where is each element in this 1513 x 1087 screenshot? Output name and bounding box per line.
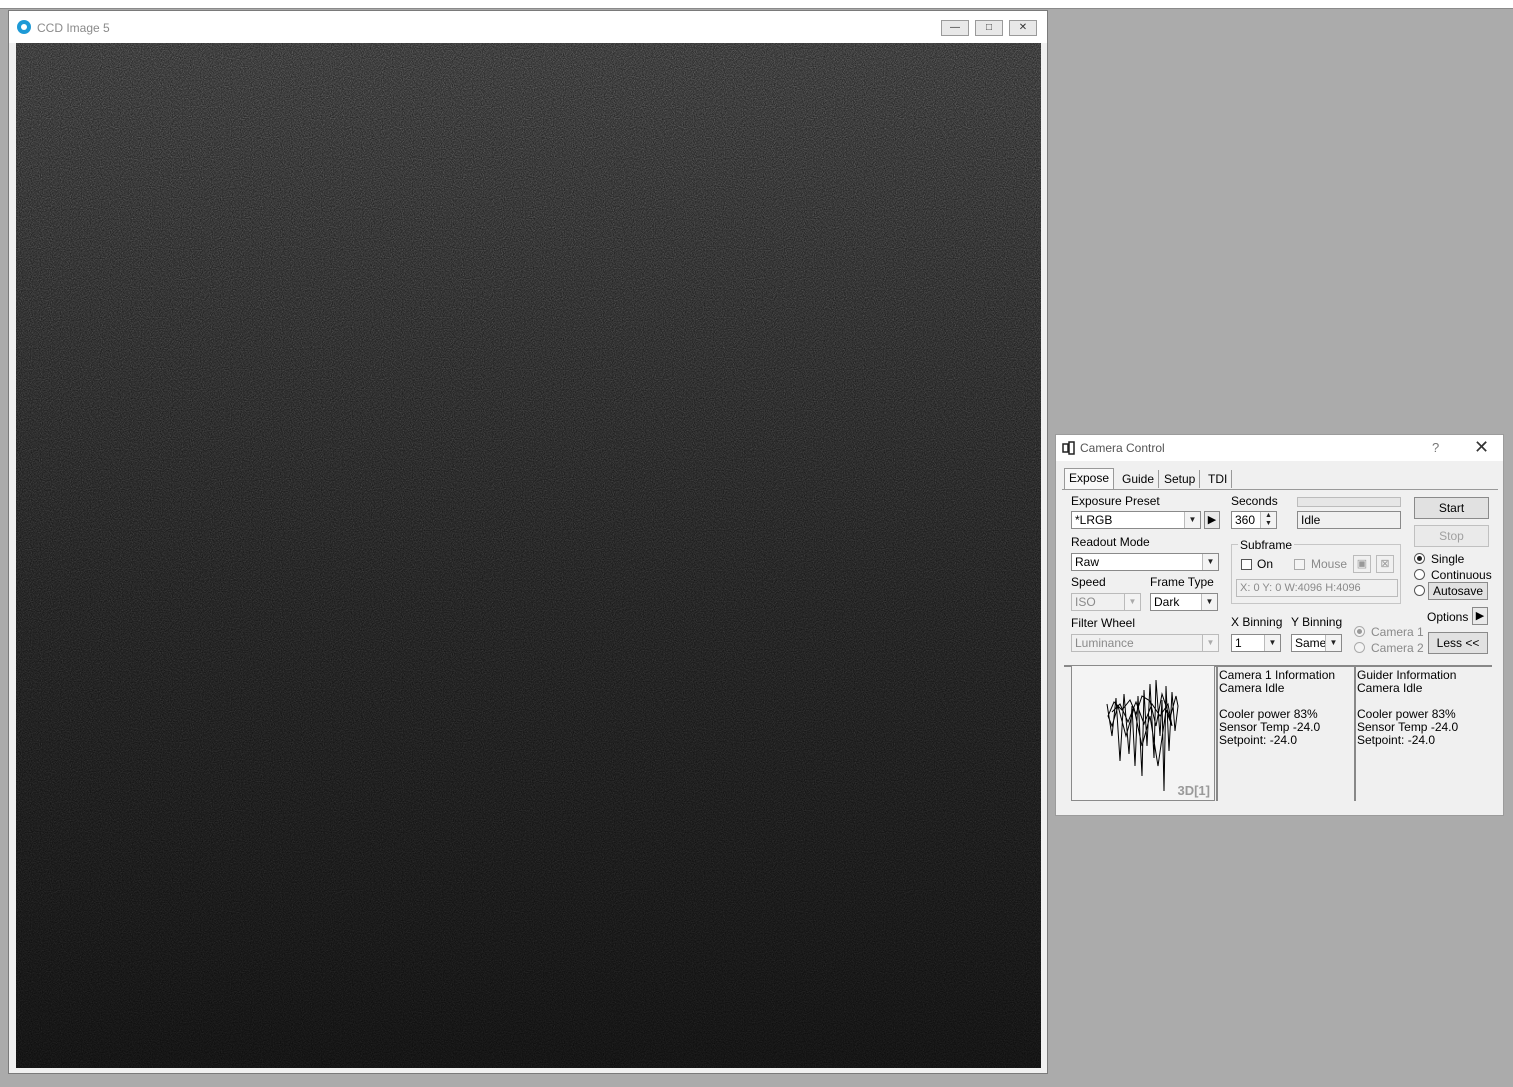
y-binning-select[interactable]: Same ▼	[1291, 634, 1342, 652]
guider-info-setpoint: Setpoint: -24.0	[1357, 733, 1436, 747]
preset-menu-button[interactable]: ▶	[1204, 511, 1220, 529]
camera-2-radio[interactable]	[1354, 642, 1365, 653]
readout-mode-label: Readout Mode	[1071, 535, 1150, 549]
tab-expose[interactable]: Expose	[1064, 468, 1115, 490]
camera-control-title: Camera Control	[1080, 441, 1165, 455]
speed-select[interactable]: ISO ▼	[1071, 593, 1141, 611]
options-button[interactable]: ▶	[1472, 607, 1488, 625]
play-icon: ▶	[1475, 610, 1485, 622]
continuous-label: Continuous	[1431, 568, 1492, 582]
frame-type-select[interactable]: Dark ▼	[1150, 593, 1218, 611]
ccd-image-window: CCD Image 5 — □ ✕	[8, 10, 1048, 1074]
app-logo-icon	[17, 20, 31, 34]
chevron-down-icon: ▼	[1202, 554, 1218, 570]
tab-tdi[interactable]: TDI	[1204, 470, 1233, 488]
tab-guide[interactable]: Guide	[1118, 470, 1160, 488]
noise-image	[16, 43, 1041, 1068]
chevron-down-icon: ▼	[1124, 594, 1140, 610]
camera-1-label: Camera 1	[1371, 625, 1424, 639]
guide-graph: 3D[1]	[1071, 665, 1215, 801]
filter-wheel-label: Filter Wheel	[1071, 616, 1136, 630]
start-button[interactable]: Start	[1414, 497, 1489, 519]
guider-info-state: Camera Idle	[1357, 681, 1423, 695]
subframe-mouse-checkbox[interactable]	[1294, 559, 1305, 570]
minimize-icon[interactable]: —	[941, 20, 969, 36]
subframe-select-icon[interactable]: ▣	[1353, 555, 1371, 573]
y-binning-value: Same	[1295, 636, 1327, 650]
seconds-label: Seconds	[1231, 494, 1278, 508]
single-radio[interactable]	[1414, 553, 1425, 564]
info-divider-left	[1216, 667, 1218, 801]
readout-mode-value: Raw	[1075, 555, 1100, 569]
speed-value: ISO	[1075, 595, 1096, 609]
single-label: Single	[1431, 552, 1465, 566]
chevron-down-icon: ▼	[1202, 635, 1218, 651]
camera-icon	[1062, 441, 1075, 455]
frame-type-value: Dark	[1154, 595, 1180, 609]
x-binning-select[interactable]: 1 ▼	[1231, 634, 1281, 652]
options-label: Options	[1427, 610, 1469, 624]
camera-2-label: Camera 2	[1371, 641, 1424, 655]
exposure-preset-value: *LRGB	[1075, 513, 1113, 527]
exposure-preset-select[interactable]: *LRGB ▼	[1071, 511, 1201, 529]
less-button[interactable]: Less <<	[1428, 632, 1488, 654]
exposure-progress-bar	[1297, 497, 1401, 507]
subframe-on-checkbox[interactable]	[1241, 559, 1252, 570]
y-binning-label: Y Binning	[1291, 615, 1343, 629]
filter-wheel-value: Luminance	[1075, 636, 1134, 650]
chevron-down-icon: ▼	[1325, 635, 1341, 651]
x-binning-label: X Binning	[1231, 615, 1283, 629]
camera-1-radio[interactable]	[1354, 626, 1365, 637]
close-icon[interactable]: ✕	[1474, 437, 1489, 458]
camera-1-info-setpoint: Setpoint: -24.0	[1219, 733, 1298, 747]
subframe-label: Subframe	[1238, 538, 1295, 552]
guider-info: Guider Information Camera Idle Cooler po…	[1357, 669, 1495, 747]
continuous-radio[interactable]	[1414, 569, 1425, 580]
autosave-radio[interactable]	[1414, 585, 1425, 596]
ccd-image-canvas[interactable]	[16, 43, 1041, 1068]
chevron-down-icon: ▼	[1184, 512, 1200, 528]
ccd-title-bar[interactable]: CCD Image 5 — □ ✕	[9, 11, 1047, 43]
frame-type-label: Frame Type	[1150, 575, 1214, 589]
info-divider-right	[1354, 667, 1356, 801]
speed-label: Speed	[1071, 575, 1106, 589]
chevron-down-icon: ▼	[1201, 594, 1217, 610]
camera-1-info-state: Camera Idle	[1219, 681, 1285, 695]
x-binning-value: 1	[1235, 636, 1242, 650]
readout-mode-select[interactable]: Raw ▼	[1071, 553, 1219, 571]
filter-wheel-select[interactable]: Luminance ▼	[1071, 634, 1219, 652]
autosave-button[interactable]: Autosave	[1428, 582, 1488, 600]
stop-button[interactable]: Stop	[1414, 525, 1489, 547]
subframe-mouse-label: Mouse	[1311, 557, 1348, 571]
seconds-input[interactable]: 360 ▲ ▼	[1231, 511, 1277, 529]
close-icon[interactable]: ✕	[1009, 20, 1037, 36]
camera-1-info: Camera 1 Information Camera Idle Cooler …	[1219, 669, 1353, 747]
tab-setup[interactable]: Setup	[1160, 470, 1201, 488]
guide-scribble-plot	[1106, 679, 1179, 792]
help-icon[interactable]: ?	[1432, 440, 1439, 455]
play-icon: ▶	[1207, 514, 1217, 526]
subframe-coords-field: X: 0 Y: 0 W:4096 H:4096	[1236, 579, 1398, 597]
ccd-window-title: CCD Image 5	[37, 21, 110, 35]
maximize-icon[interactable]: □	[975, 20, 1003, 36]
chevron-down-icon: ▼	[1264, 635, 1280, 651]
spinner-arrows-icon[interactable]: ▲ ▼	[1260, 512, 1276, 528]
status-field: Idle	[1297, 511, 1401, 529]
camera-control-title-bar[interactable]: Camera Control ? ✕	[1056, 435, 1503, 461]
seconds-value: 360	[1235, 513, 1256, 527]
desktop-bottom	[0, 1074, 1513, 1087]
camera-control-dialog: Camera Control ? ✕ Expose Guide Setup TD…	[1055, 434, 1504, 816]
subframe-clear-icon[interactable]: ⊠	[1376, 555, 1394, 573]
graph-label: 3D[1]	[1177, 783, 1210, 798]
subframe-on-label: On	[1257, 557, 1274, 571]
exposure-preset-label: Exposure Preset	[1071, 494, 1160, 508]
top-strip	[0, 0, 1513, 9]
